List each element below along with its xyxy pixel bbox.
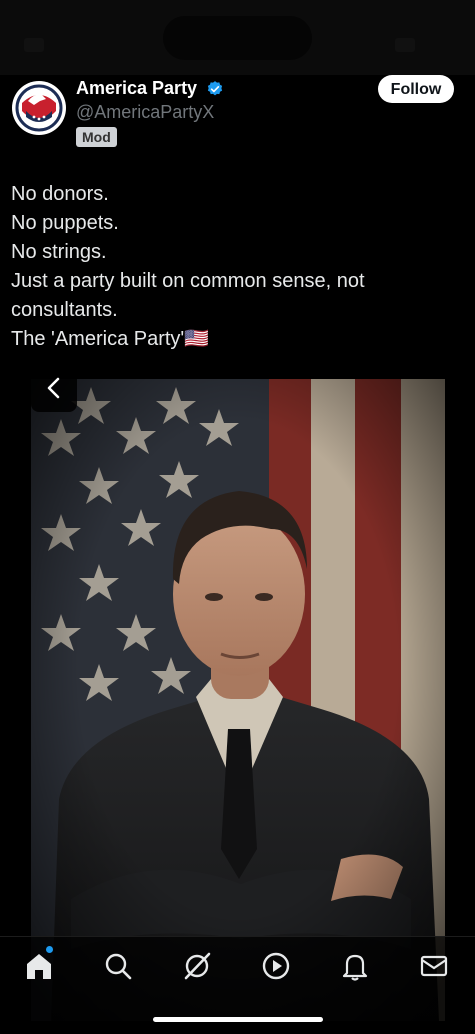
mail-icon[interactable] [417, 949, 451, 983]
tweet-line: Just a party built on common sense, not … [11, 270, 365, 321]
profile-handle[interactable]: @AmericaPartyX [76, 102, 214, 123]
portrait-image [31, 379, 445, 1021]
bell-icon[interactable] [338, 949, 372, 983]
eagle-logo-icon [13, 82, 65, 134]
chevron-left-icon [47, 377, 60, 399]
play-icon[interactable] [259, 949, 293, 983]
status-bar [0, 0, 475, 75]
search-icon[interactable] [101, 949, 135, 983]
home-icon[interactable] [22, 949, 56, 983]
home-notification-dot [46, 946, 53, 953]
status-left-icon [24, 38, 44, 52]
dynamic-island [163, 16, 312, 60]
verified-badge-icon [207, 81, 223, 96]
tweet-media-image[interactable] [31, 379, 445, 1021]
status-right-icon [395, 38, 415, 52]
tweet-line: The 'America Party'🇺🇸 [11, 328, 210, 350]
tweet-line: No donors. [11, 183, 109, 205]
profile-name[interactable]: America Party [76, 78, 197, 99]
follow-button[interactable]: Follow [378, 75, 454, 103]
mod-badge: Mod [76, 127, 117, 147]
back-button[interactable] [31, 366, 77, 412]
tweet-line: No puppets. [11, 212, 119, 234]
tweet-text: No donors. No puppets. No strings. Just … [11, 180, 461, 354]
avatar[interactable] [12, 81, 66, 135]
home-indicator[interactable] [153, 1017, 323, 1022]
tweet-line: No strings. [11, 241, 107, 263]
grok-icon[interactable] [180, 949, 214, 983]
